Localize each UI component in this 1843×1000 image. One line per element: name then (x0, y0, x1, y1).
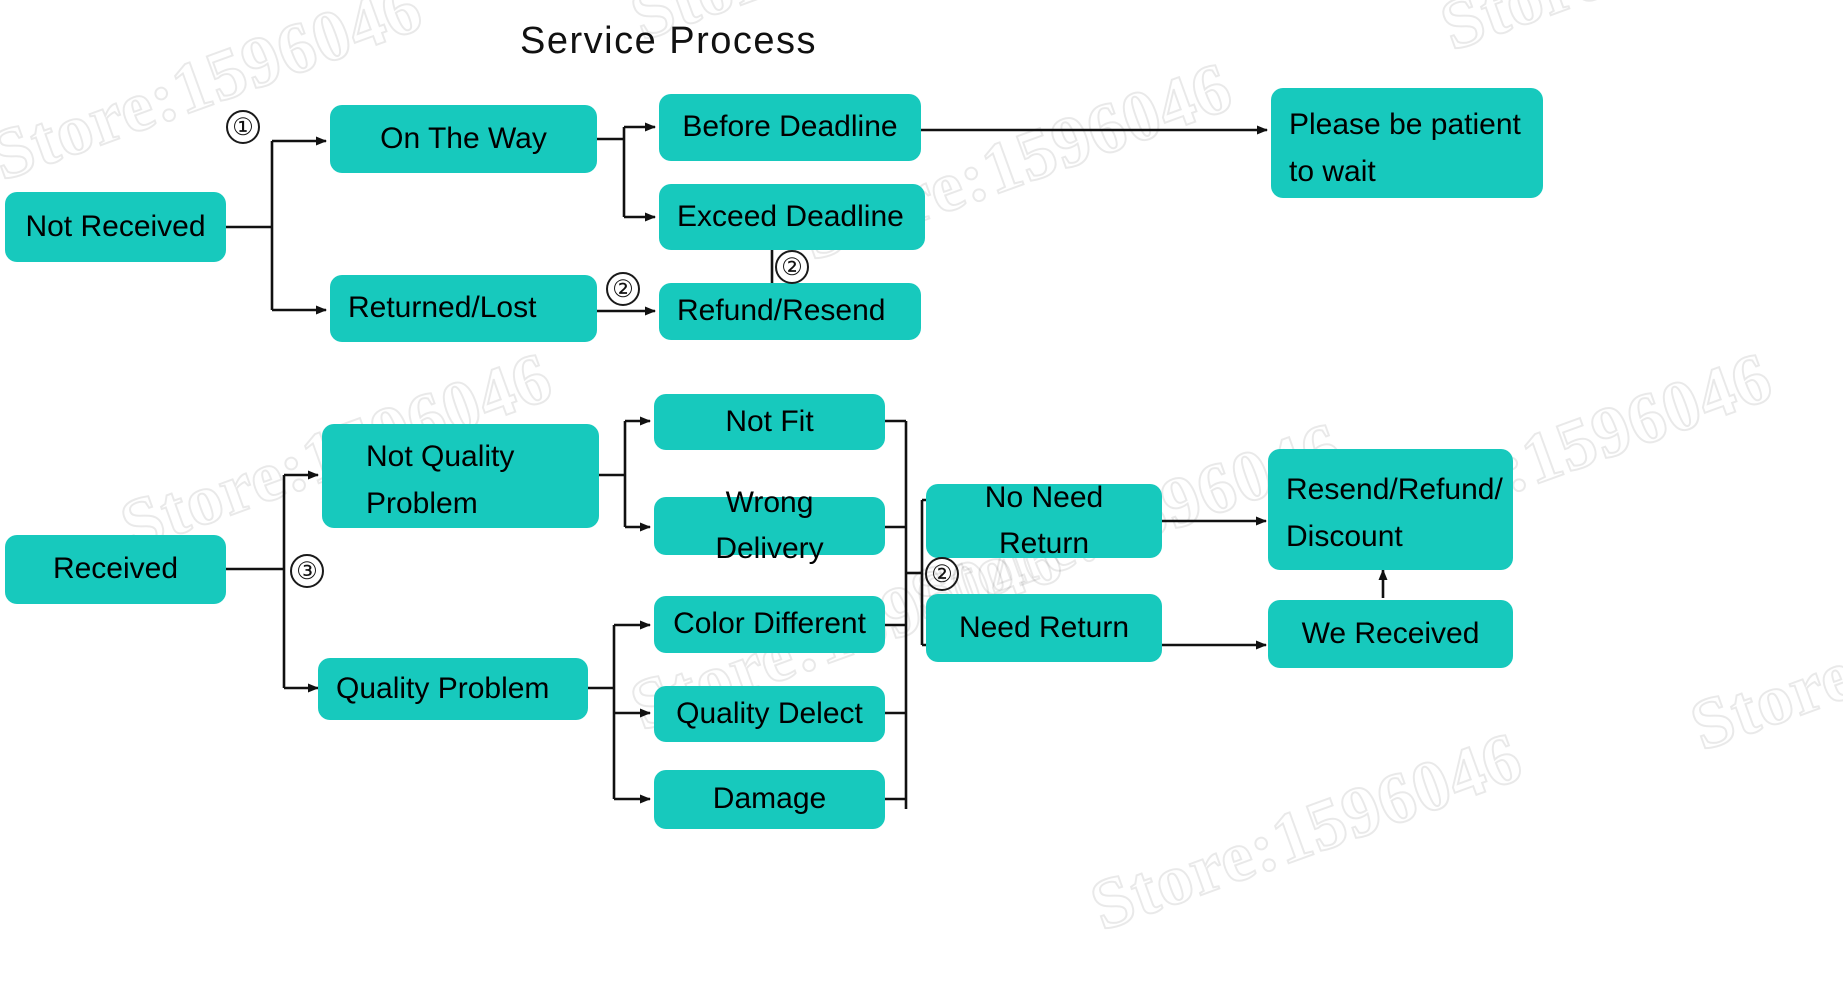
node-wrong-delivery[interactable]: Wrong Delivery (654, 486, 885, 565)
watermark-text: Store:1596046 (1429, 0, 1843, 68)
node-label: No Need Return (984, 480, 1104, 561)
node-label: On The Way (380, 121, 547, 155)
node-label: Not Fit (725, 404, 814, 438)
node-quality-problem[interactable]: Quality Problem (318, 658, 588, 720)
node-label-line1: Not Quality (366, 440, 515, 473)
page-title: Service Process (520, 20, 818, 62)
node-not-received[interactable]: Not Received (5, 192, 226, 262)
watermark-text: Store:1596046 (1679, 535, 1843, 767)
node-please-be-patient[interactable]: Please be patient to wait (1271, 88, 1543, 198)
node-not-fit[interactable]: Not Fit (654, 394, 885, 450)
node-label: Damage (712, 782, 827, 816)
node-not-quality-problem[interactable]: Not Quality Problem (322, 424, 599, 528)
node-received[interactable]: Received (5, 535, 226, 604)
node-no-need-return[interactable]: No Need Return (926, 481, 1162, 560)
node-returned-lost[interactable]: Returned/Lost (330, 275, 597, 342)
node-label-line1: Resend/Refund/ (1286, 473, 1503, 506)
node-exceed-deadline[interactable]: Exceed Deadline (659, 184, 925, 250)
service-process-diagram: Store:1596046 Store:1596046 Store:159604… (0, 0, 1843, 1000)
node-label: Received (52, 552, 179, 586)
step-marker-2a: ② (606, 272, 640, 306)
node-label: Quality Delect (676, 696, 863, 730)
node-label: Wrong Delivery (715, 485, 824, 566)
node-label: Exceed Deadline (677, 199, 904, 233)
node-label: Returned/Lost (348, 291, 537, 325)
node-label-line1: Please be patient (1289, 108, 1521, 141)
node-label: Before Deadline (682, 110, 898, 144)
node-need-return[interactable]: Need Return (926, 594, 1162, 662)
node-label: Quality Problem (336, 671, 550, 705)
node-label: Color Different (673, 607, 866, 641)
node-label-line2: Discount (1286, 519, 1403, 553)
node-label: Not Received (25, 209, 206, 243)
watermark-text: Store:1596046 (1079, 715, 1533, 947)
node-label-line2: to wait (1289, 154, 1376, 188)
node-on-the-way[interactable]: On The Way (330, 105, 597, 173)
node-before-deadline[interactable]: Before Deadline (659, 94, 921, 161)
node-damage[interactable]: Damage (654, 770, 885, 829)
node-label-line2: Problem (366, 486, 478, 520)
step-marker-3: ③ (290, 554, 324, 588)
step-marker-2c: ② (925, 557, 959, 591)
node-label: Refund/Resend (677, 294, 886, 328)
step-marker-2b: ② (775, 250, 809, 284)
node-color-different[interactable]: Color Different (654, 596, 885, 653)
node-we-received[interactable]: We Received (1268, 600, 1513, 668)
node-refund-resend[interactable]: Refund/Resend (659, 283, 921, 340)
node-label: Need Return (958, 610, 1130, 644)
node-label: We Received (1301, 616, 1480, 650)
step-marker-1: ① (226, 110, 260, 144)
node-resend-refund-discount[interactable]: Resend/Refund/ Discount (1268, 449, 1513, 570)
node-quality-delect[interactable]: Quality Delect (654, 686, 885, 742)
